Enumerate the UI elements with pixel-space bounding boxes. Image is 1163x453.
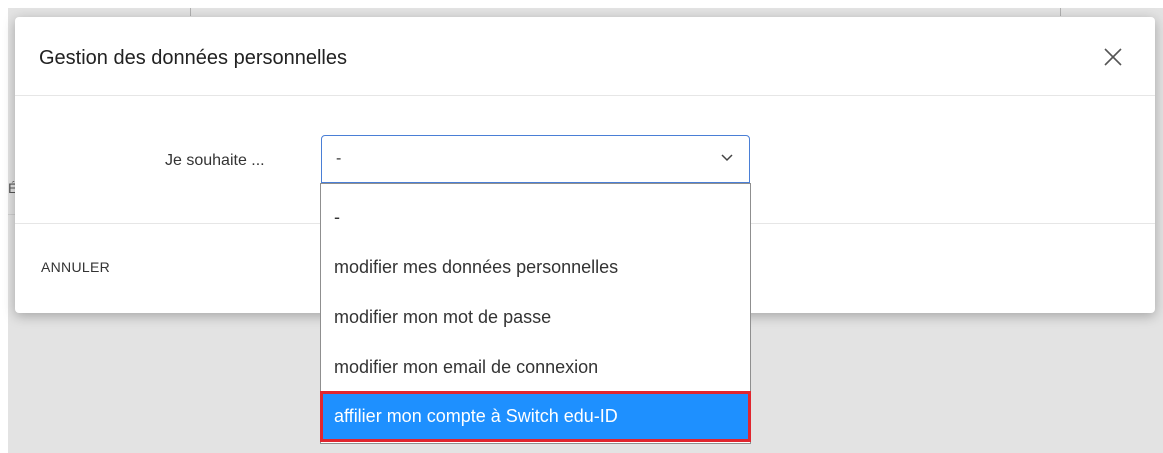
select-option-change-login-email[interactable]: modifier mon email de connexion [321, 342, 750, 392]
dialog-title: Gestion des données personnelles [39, 47, 347, 69]
dialog-header: Gestion des données personnelles [15, 17, 1155, 96]
close-icon [1104, 48, 1122, 66]
chevron-down-icon [721, 154, 733, 162]
select-option-edit-personal-data[interactable]: modifier mes données personnelles [321, 242, 750, 292]
select-option-link-switch-edu-id[interactable]: affilier mon compte à Switch edu-ID [320, 391, 751, 442]
background-tick [190, 8, 191, 16]
cancel-button[interactable]: ANNULER [41, 259, 110, 275]
wish-label: Je souhaite ... [165, 152, 265, 169]
select-dropdown-list: - modifier mes données personnelles modi… [320, 183, 751, 444]
close-button[interactable] [1097, 41, 1129, 73]
select-option-change-password[interactable]: modifier mon mot de passe [321, 292, 750, 342]
select-option-none[interactable]: - [321, 192, 750, 242]
wish-select[interactable]: - [321, 135, 750, 183]
background-tick [1060, 8, 1061, 16]
select-current-value: - [336, 150, 342, 167]
